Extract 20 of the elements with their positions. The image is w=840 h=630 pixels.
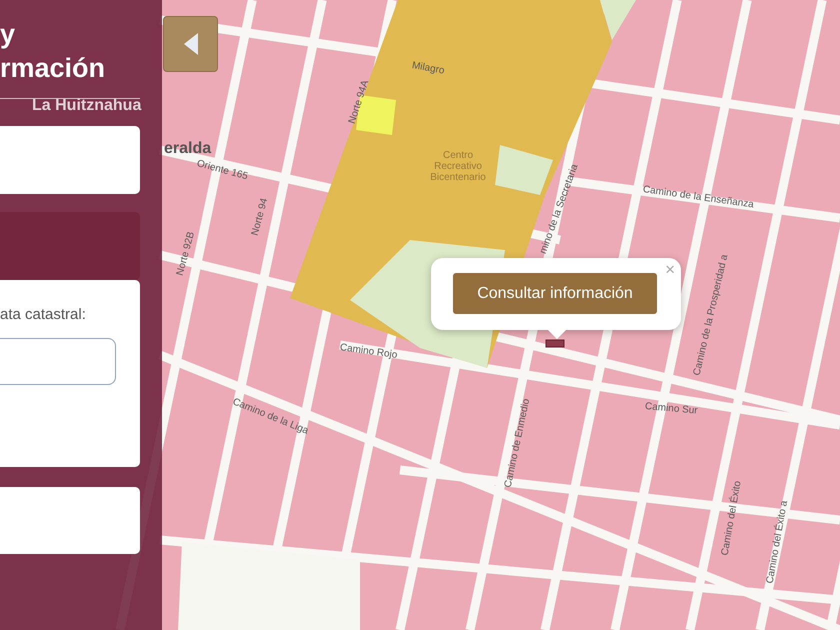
street-label: Camino Sur (644, 401, 698, 417)
field-label: ata catastral: (0, 306, 87, 322)
input-field[interactable] (0, 338, 116, 384)
street-label: Camino de Enmedio (502, 398, 532, 489)
street-label: Camino del Éxito (720, 480, 744, 556)
street-label: Norte 94A (346, 78, 372, 126)
neighborhood-label: eralda (164, 140, 212, 158)
collapse-button[interactable] (163, 16, 218, 72)
street-label: Camino Rojo (339, 342, 398, 361)
street-label: Norte 92B (174, 230, 197, 277)
street-label: Camino del Éxito a (764, 500, 790, 584)
triangle-left-icon (184, 33, 198, 55)
street-label: Milagro (411, 60, 446, 77)
street-label: Norte 94 (250, 197, 270, 237)
consult-button[interactable]: Consultar información (453, 273, 657, 314)
panel-title: y rmación (0, 18, 106, 85)
neighborhood-label: La Huitznahua (32, 97, 142, 115)
street-label: Oriente 165 (196, 158, 249, 182)
place-label: Centro Recreativo Bicentenario (429, 150, 487, 183)
street-label: Camino de la Enseñanza (642, 184, 754, 210)
